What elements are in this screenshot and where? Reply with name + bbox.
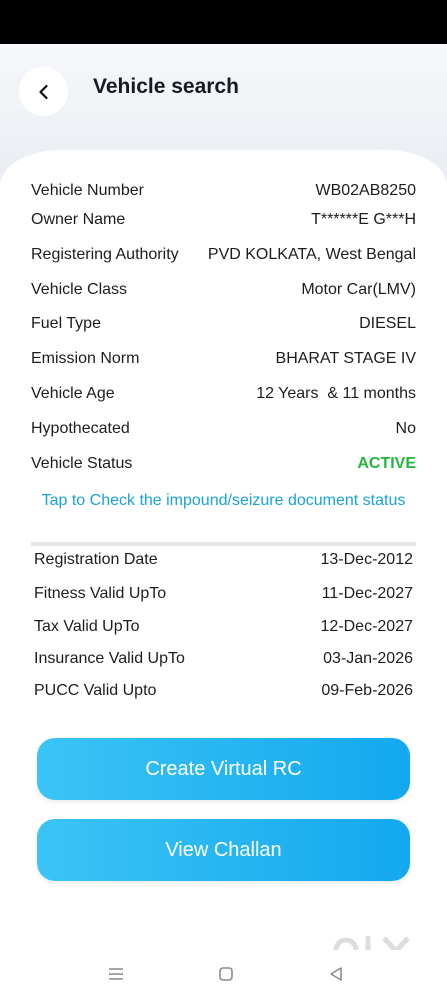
divider: [31, 542, 416, 546]
date-row-tax: Tax Valid UpTo 12-Dec-2027: [34, 618, 413, 636]
detail-value: 12 Years & 11 months: [256, 385, 416, 402]
date-label: Tax Valid UpTo: [34, 618, 140, 635]
back-nav-icon[interactable]: [324, 962, 348, 986]
back-button[interactable]: [19, 67, 68, 116]
detail-label: Registering Authority: [31, 246, 179, 263]
status-bar: [0, 0, 447, 44]
detail-label: Hypothecated: [31, 420, 130, 437]
impound-status-link[interactable]: Tap to Check the impound/seizure documen…: [40, 490, 407, 512]
date-row-pucc: PUCC Valid Upto 09-Feb-2026: [34, 682, 413, 700]
date-row-fitness: Fitness Valid UpTo 11-Dec-2027: [34, 585, 413, 603]
detail-label: Vehicle Age: [31, 385, 115, 402]
detail-label: Vehicle Class: [31, 281, 128, 298]
view-challan-button[interactable]: View Challan: [37, 819, 410, 881]
date-label: Insurance Valid UpTo: [34, 650, 185, 667]
detail-label: Emission Norm: [31, 350, 140, 367]
detail-row-vehicle-age: Vehicle Age 12 Years & 11 months: [31, 385, 416, 403]
detail-label: Fuel Type: [31, 315, 101, 332]
detail-row-vehicle-status: Vehicle Status ACTIVE: [31, 455, 416, 473]
create-virtual-rc-button[interactable]: Create Virtual RC: [37, 738, 410, 800]
home-icon[interactable]: [214, 962, 238, 986]
detail-row-fuel-type: Fuel Type DIESEL: [31, 315, 416, 333]
date-value: 03-Jan-2026: [323, 650, 413, 667]
detail-row-vehicle-class: Vehicle Class Motor Car(LMV): [31, 281, 416, 299]
detail-label: Owner Name: [31, 211, 126, 228]
date-value: 09-Feb-2026: [321, 682, 413, 699]
detail-value: WB02AB8250: [315, 182, 416, 199]
detail-row-hypothecated: Hypothecated No: [31, 420, 416, 438]
system-nav-bar: [0, 950, 447, 1000]
date-value: 12-Dec-2027: [320, 618, 414, 635]
date-value: 13-Dec-2012: [320, 551, 414, 568]
detail-row-owner-name: Owner Name T******E G***H: [31, 211, 416, 229]
detail-value: No: [395, 420, 416, 437]
detail-value: DIESEL: [359, 315, 416, 332]
date-value: 11-Dec-2027: [321, 585, 413, 602]
detail-value: PVD KOLKATA, West Bengal: [207, 246, 416, 263]
page-title: Vehicle search: [93, 75, 239, 98]
date-label: PUCC Valid Upto: [34, 682, 157, 699]
recents-icon[interactable]: [104, 962, 128, 986]
status-badge: ACTIVE: [357, 455, 416, 472]
detail-row-registering-authority: Registering Authority PVD KOLKATA, West …: [31, 246, 416, 264]
detail-label: Vehicle Status: [31, 455, 133, 472]
date-label: Fitness Valid UpTo: [34, 585, 167, 602]
date-row-registration: Registration Date 13-Dec-2012: [34, 551, 413, 569]
detail-value: BHARAT STAGE IV: [275, 350, 416, 367]
date-label: Registration Date: [34, 551, 158, 568]
date-row-insurance: Insurance Valid UpTo 03-Jan-2026: [34, 650, 413, 668]
detail-row-emission-norm: Emission Norm BHARAT STAGE IV: [31, 350, 416, 368]
detail-value: Motor Car(LMV): [301, 281, 416, 298]
detail-label: Vehicle Number: [31, 182, 144, 199]
detail-row-vehicle-number: Vehicle Number WB02AB8250: [31, 182, 416, 200]
chevron-left-icon: [38, 84, 48, 99]
detail-value: T******E G***H: [311, 211, 416, 228]
